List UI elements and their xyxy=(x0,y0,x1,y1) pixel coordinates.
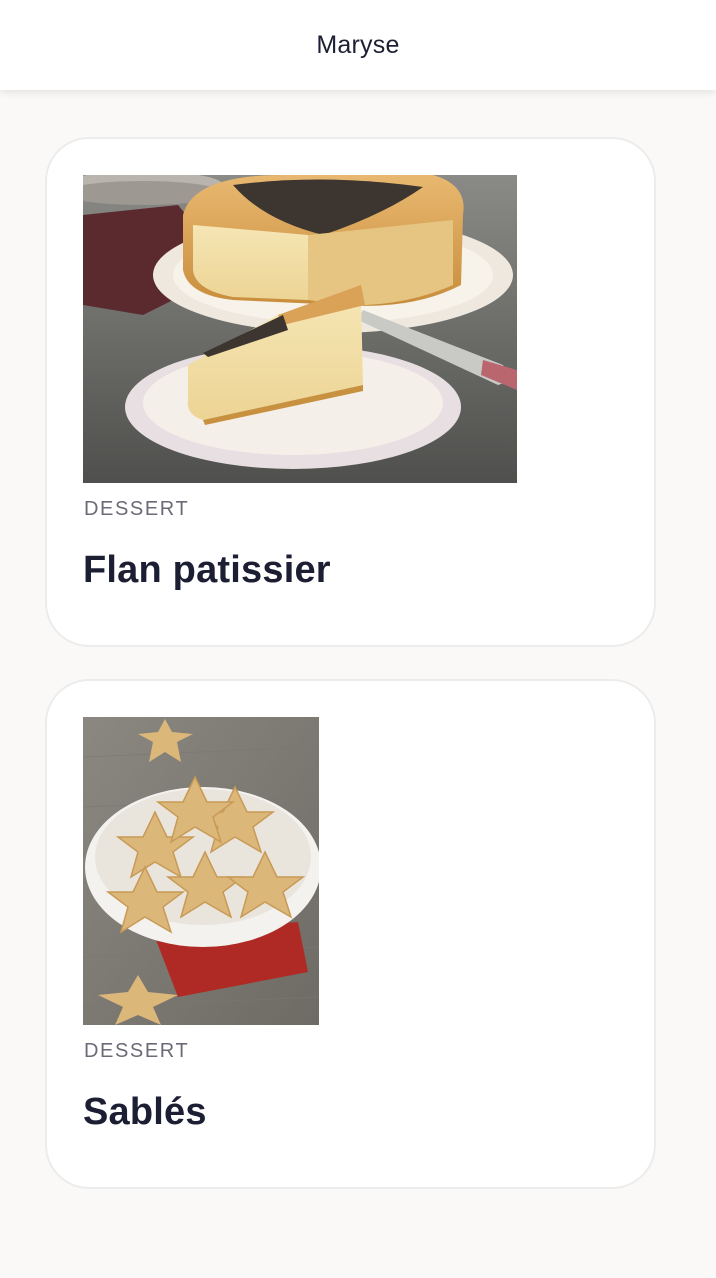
app-title: Maryse xyxy=(316,30,400,59)
app-header: Maryse xyxy=(0,0,716,90)
recipe-title[interactable]: Flan patissier xyxy=(83,549,331,592)
star-cookies-photo xyxy=(83,717,319,1025)
recipe-card-sables[interactable]: DESSERT Sablés xyxy=(45,679,656,1189)
recipe-card-flan[interactable]: DESSERT Flan patissier xyxy=(45,137,656,647)
recipe-category: DESSERT xyxy=(84,498,190,520)
flan-photo xyxy=(83,175,517,483)
recipe-category: DESSERT xyxy=(84,1040,190,1062)
recipe-title[interactable]: Sablés xyxy=(83,1091,207,1134)
